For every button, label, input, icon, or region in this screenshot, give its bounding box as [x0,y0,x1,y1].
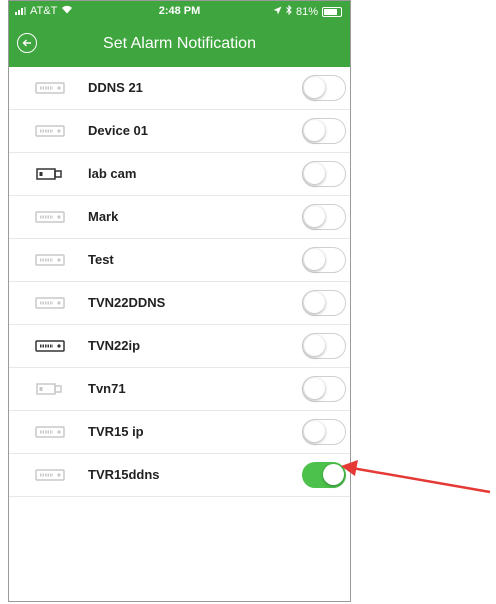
annotation-arrow [341,460,491,494]
